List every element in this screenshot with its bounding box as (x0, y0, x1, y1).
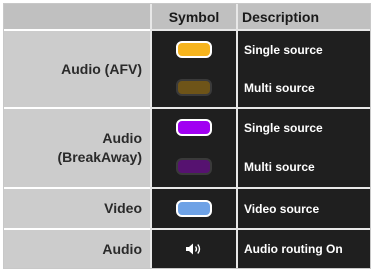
symbol-legend: Symbol Description Audio (AFV) Single so… (3, 3, 371, 269)
group-label-line: (BreakAway) (57, 149, 142, 165)
header-symbol: Symbol (150, 4, 236, 29)
color-swatch (176, 78, 212, 96)
description-cell: Single source (236, 107, 370, 147)
legend-table: Symbol Description Audio (AFV) Single so… (4, 4, 370, 268)
description-cell: Multi source (236, 147, 370, 187)
description-cell: Multi source (236, 68, 370, 107)
speaker-wave-inner (194, 245, 198, 252)
symbol-cell (150, 147, 236, 187)
header-description: Description (236, 4, 370, 29)
header-group (4, 4, 150, 29)
group-label-video: Video (4, 187, 150, 228)
speaker-body (186, 243, 193, 255)
color-swatch (176, 119, 212, 137)
table-row: Audio (BreakAway) Single source (4, 107, 370, 187)
symbol-cell (150, 228, 236, 268)
symbol-cell (150, 107, 236, 147)
speaker-icon (186, 243, 201, 255)
description-cell: Video source (236, 187, 370, 228)
color-swatch (176, 199, 212, 217)
group-label-audio-afv: Audio (AFV) (4, 29, 150, 107)
symbol-cell (150, 29, 236, 68)
symbol-cell (150, 68, 236, 107)
table-row: Video Video source (4, 187, 370, 228)
description-cell: Single source (236, 29, 370, 68)
symbol-cell (150, 187, 236, 228)
table-row: Audio Audio routing On (4, 228, 370, 268)
color-swatch (176, 40, 212, 58)
header-row: Symbol Description (4, 4, 370, 29)
color-swatch (176, 158, 212, 176)
speaker-wave-outer (197, 243, 201, 254)
group-label-audio: Audio (4, 228, 150, 268)
table-row: Audio (AFV) Single source (4, 29, 370, 107)
group-label-line: Audio (102, 130, 142, 146)
description-cell: Audio routing On (236, 228, 370, 268)
group-label-audio-breakaway: Audio (BreakAway) (4, 107, 150, 187)
